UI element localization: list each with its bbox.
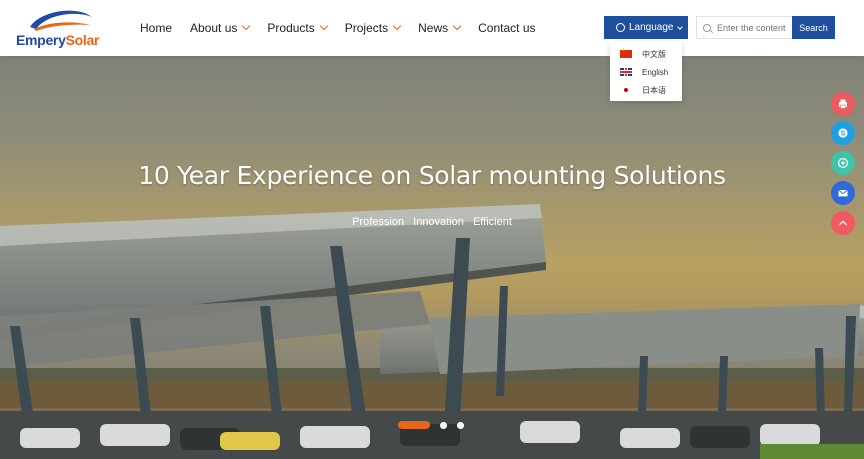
whatsapp-icon xyxy=(837,157,849,169)
tag-profession: Profession xyxy=(352,216,405,228)
main-nav: Home About us Products Projects News Con… xyxy=(140,0,554,56)
language-button[interactable]: Language xyxy=(604,16,688,39)
nav-products[interactable]: Products xyxy=(267,21,328,35)
chevron-down-icon xyxy=(242,21,251,31)
email-icon xyxy=(838,189,848,197)
tag-efficient: Efficient xyxy=(472,216,512,228)
hero-title: 10 Year Experience on Solar mounting Sol… xyxy=(138,161,726,190)
email-button[interactable] xyxy=(831,181,855,205)
back-to-top-button[interactable] xyxy=(831,211,855,235)
language-dropdown: 中文版 English 日本语 xyxy=(610,41,682,101)
chevron-down-icon xyxy=(319,21,328,31)
language-label: Language xyxy=(629,22,674,33)
nav-projects[interactable]: Projects xyxy=(345,21,402,35)
slide-dot-1[interactable] xyxy=(398,421,430,429)
language-option-chinese[interactable]: 中文版 xyxy=(610,45,682,63)
solar-carport-image xyxy=(0,204,864,459)
slide-dot-3[interactable] xyxy=(457,421,464,429)
search-button[interactable]: Search xyxy=(792,16,835,39)
page: 10 Year Experience on Solar mounting Sol… xyxy=(0,0,864,459)
search-input[interactable] xyxy=(717,22,791,33)
nav-about-us[interactable]: About us xyxy=(190,21,251,35)
logo-text: EmperySolar xyxy=(16,32,100,48)
skype-icon: S xyxy=(838,128,848,138)
china-flag-icon xyxy=(620,47,632,58)
language-option-english[interactable]: English xyxy=(610,63,682,81)
slide-dot-2[interactable] xyxy=(440,421,447,429)
slider-pagination xyxy=(398,421,474,429)
uk-flag-icon xyxy=(620,68,632,76)
tag-innovation: Innovation xyxy=(413,216,464,228)
nav-news[interactable]: News xyxy=(418,21,462,35)
hero-tagline: Profession Innovation Efficient xyxy=(0,216,864,228)
site-header: EmperySolar Home About us Products Proje… xyxy=(0,0,864,56)
back-to-top-icon xyxy=(839,220,847,226)
search-box xyxy=(696,16,792,39)
logo-swoosh-icon xyxy=(30,10,92,31)
japan-flag-icon xyxy=(620,86,632,94)
hero-banner: 10 Year Experience on Solar mounting Sol… xyxy=(0,56,864,459)
whatsapp-button[interactable] xyxy=(831,151,855,175)
language-option-japanese[interactable]: 日本语 xyxy=(610,81,682,99)
nav-contact-us[interactable]: Contact us xyxy=(478,21,535,35)
skype-button[interactable]: S xyxy=(831,121,855,145)
search-icon xyxy=(703,23,711,32)
svg-text:S: S xyxy=(841,131,846,138)
print-icon xyxy=(839,99,847,109)
chevron-down-icon xyxy=(676,23,683,30)
chevron-down-icon xyxy=(452,21,462,31)
chevron-down-icon xyxy=(392,21,402,31)
nav-home[interactable]: Home xyxy=(140,21,172,35)
globe-icon xyxy=(616,23,625,32)
print-button[interactable] xyxy=(831,92,855,116)
logo[interactable]: EmperySolar xyxy=(12,5,102,51)
